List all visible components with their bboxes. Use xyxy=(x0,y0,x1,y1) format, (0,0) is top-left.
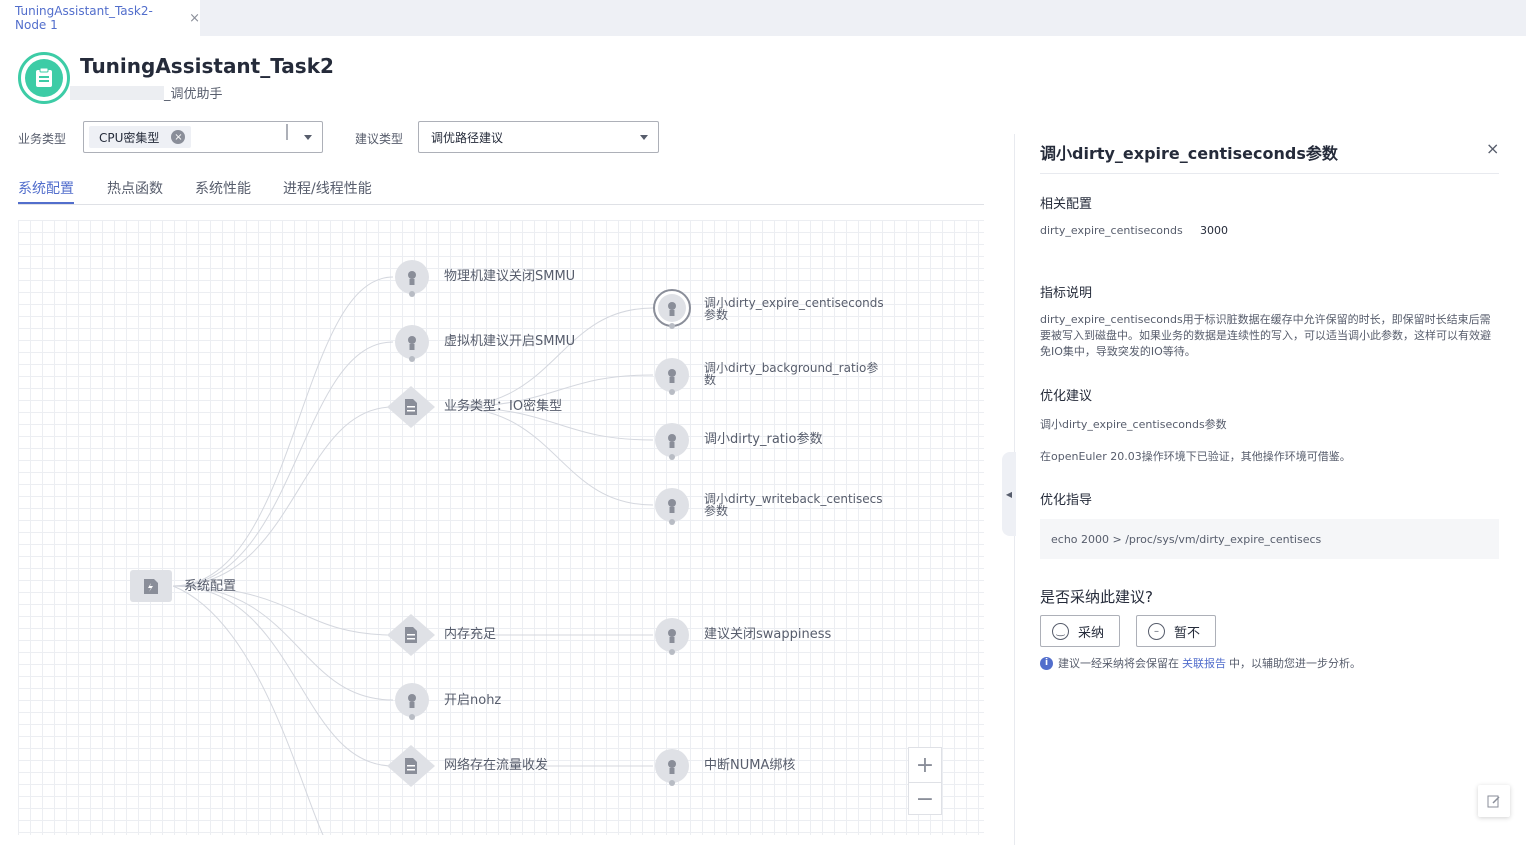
zoom-in-button[interactable]: + xyxy=(909,748,941,782)
business-type-tag: CPU密集型 × xyxy=(89,126,192,148)
advice-type-value: 调优路径建议 xyxy=(431,130,504,145)
node-label[interactable]: 中断NUMA绑核 xyxy=(704,759,795,772)
metric-description: dirty_expire_centiseconds用于标识脏数据在缓存中允许保留… xyxy=(1040,313,1491,358)
node-label[interactable]: 业务类型：IO密集型 xyxy=(444,400,562,413)
reject-button[interactable]: – 暂不 xyxy=(1136,615,1216,647)
node-label[interactable]: 物理机建议关闭SMMU xyxy=(444,270,575,283)
tab-system-config[interactable]: 系统配置 xyxy=(18,178,74,204)
node-label[interactable]: 建议关闭swappiness xyxy=(704,628,831,641)
close-icon[interactable]: × xyxy=(1486,139,1499,158)
business-type-label: 业务类型 xyxy=(18,132,67,146)
root-node[interactable] xyxy=(130,570,172,602)
report-link[interactable]: 关联报告 xyxy=(1182,655,1226,671)
panel-collapse-handle[interactable]: ◀ xyxy=(1002,452,1016,536)
task-icon xyxy=(18,52,70,104)
advice-type-label: 建议类型 xyxy=(355,132,404,146)
zoom-out-button[interactable]: − xyxy=(909,782,941,816)
edit-icon[interactable] xyxy=(1478,785,1510,817)
node-label[interactable]: 网络存在流量收发 xyxy=(444,759,548,772)
optimization-heading: 优化建议 xyxy=(1040,389,1093,404)
business-type-select[interactable]: CPU密集型 × xyxy=(83,121,323,153)
guide-command: echo 2000 > /proc/sys/vm/dirty_expire_ce… xyxy=(1040,519,1499,559)
chevron-down-icon[interactable] xyxy=(304,135,312,140)
accept-label: 采纳 xyxy=(1078,625,1105,641)
config-heading: 相关配置 xyxy=(1040,197,1093,212)
tab-system-performance[interactable]: 系统性能 xyxy=(195,178,251,198)
panel-title: 调小dirty_expire_centiseconds参数 xyxy=(1040,144,1338,163)
scrollbar[interactable] xyxy=(286,124,288,140)
tab-label: TuningAssistant_Task2-Node 1 xyxy=(15,4,153,32)
node-label[interactable]: 虚拟机建议开启SMMU xyxy=(444,335,575,348)
tab-process-thread-performance[interactable]: 进程/线程性能 xyxy=(283,178,372,198)
guide-heading: 优化指导 xyxy=(1040,493,1093,508)
metric-heading: 指标说明 xyxy=(1040,286,1093,301)
reject-label: 暂不 xyxy=(1174,625,1201,641)
node-label[interactable]: 内存充足 xyxy=(444,628,496,641)
node-label[interactable]: 调小dirty_ratio参数 xyxy=(704,433,822,446)
condition-node-icons[interactable] xyxy=(387,386,435,787)
accept-button[interactable]: ‿ 采纳 xyxy=(1040,615,1120,647)
tab-task-node[interactable]: TuningAssistant_Task2-Node 1 × xyxy=(0,0,200,36)
redacted-text xyxy=(70,85,164,100)
node-label[interactable]: 调小dirty_background_ratio参数 xyxy=(704,362,889,386)
smile-icon: ‿ xyxy=(1052,622,1069,640)
tab-bar: TuningAssistant_Task2-Node 1 × xyxy=(0,0,1526,36)
info-icon: i xyxy=(1040,656,1053,670)
tag-remove-icon[interactable]: × xyxy=(171,130,186,144)
adopt-question: 是否采纳此建议? xyxy=(1040,588,1153,606)
optimization-env-note: 在openEuler 20.03操作环境下已验证，其他操作环境可借鉴。 xyxy=(1040,450,1351,463)
note-text-post: 中，以辅助您进一步分析。 xyxy=(1229,657,1361,670)
subtitle-text: _调优助手 xyxy=(164,87,223,102)
category-tabs: 系统配置 热点函数 系统性能 进程/线程性能 xyxy=(18,176,984,205)
chevron-down-icon[interactable] xyxy=(640,135,648,140)
optimization-text: 调小dirty_expire_centiseconds参数 xyxy=(1040,418,1227,431)
page-title: TuningAssistant_Task2 xyxy=(80,54,334,78)
tab-hot-functions[interactable]: 热点函数 xyxy=(107,178,163,198)
advice-type-select[interactable]: 调优路径建议 xyxy=(418,121,659,153)
adopt-note: i 建议一经采纳将会保留在 关联报告 中，以辅助您进一步分析。 xyxy=(1040,655,1361,671)
close-icon[interactable]: × xyxy=(189,11,200,26)
node-label-selected[interactable]: 调小dirty_expire_centiseconds参数 xyxy=(704,297,889,321)
config-value: 3000 xyxy=(1200,224,1228,237)
node-label[interactable]: 调小dirty_writeback_centisecs参数 xyxy=(704,493,889,517)
config-key: dirty_expire_centiseconds xyxy=(1040,224,1183,237)
zoom-controls: + − xyxy=(908,747,942,815)
panel-title-divider xyxy=(1040,173,1499,174)
node-label[interactable]: 开启nohz xyxy=(444,694,501,707)
node-label-root[interactable]: 系统配置 xyxy=(184,580,236,593)
note-text-pre: 建议一经采纳将会保留在 xyxy=(1058,657,1179,670)
tag-label: CPU密集型 xyxy=(99,130,160,145)
neutral-face-icon: – xyxy=(1148,622,1165,640)
page-subtitle: _调优助手 xyxy=(70,83,223,102)
tuning-graph-canvas[interactable]: 系统配置 物理机建议关闭SMMU 虚拟机建议开启SMMU 业务类型：IO密集型 … xyxy=(18,220,984,835)
